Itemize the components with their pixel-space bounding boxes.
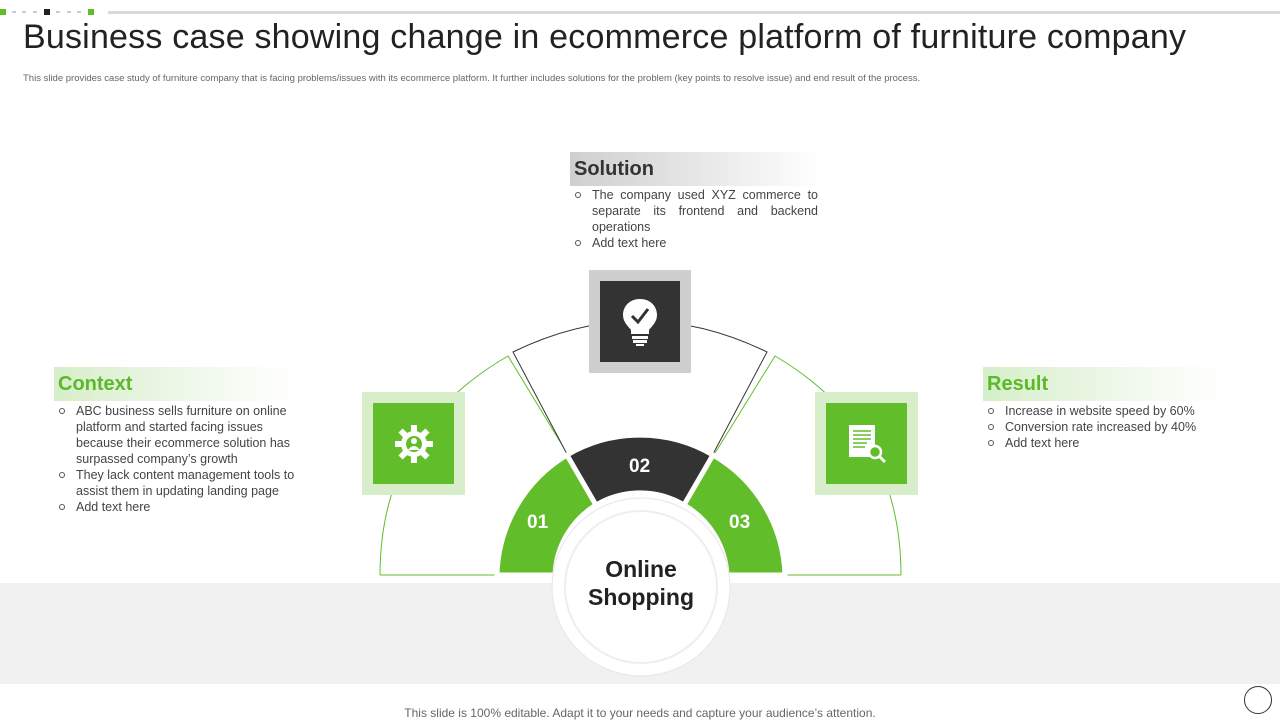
context-icon-frame <box>362 392 465 495</box>
result-icon-frame <box>815 392 918 495</box>
center-label-line1: Online <box>605 556 677 582</box>
context-item: Add text here <box>56 499 310 515</box>
context-list: ABC business sells furniture on online p… <box>56 403 310 515</box>
solution-icon-frame <box>589 270 691 373</box>
center-label-line2: Shopping <box>587 584 695 610</box>
segment-01-number: 01 <box>527 512 549 533</box>
solution-heading: Solution <box>570 152 820 186</box>
context-item: ABC business sells furniture on online p… <box>56 403 310 467</box>
segment-02-number: 02 <box>629 456 651 477</box>
document-search-icon <box>826 403 907 484</box>
lightbulb-check-icon <box>600 281 680 362</box>
result-item: Increase in website speed by 60% <box>985 403 1225 419</box>
result-item: Add text here <box>985 435 1225 451</box>
solution-item: Add text here <box>572 235 818 251</box>
solution-list: The company used XYZ commerce to separat… <box>572 187 818 251</box>
result-item: Conversion rate increased by 40% <box>985 419 1225 435</box>
center-label: Online Shopping <box>570 555 712 611</box>
segment-03-number: 03 <box>729 512 751 533</box>
gear-user-icon <box>373 403 454 484</box>
solution-item: The company used XYZ commerce to separat… <box>572 187 818 235</box>
footer-note: This slide is 100% editable. Adapt it to… <box>404 706 876 720</box>
context-heading: Context <box>54 367 294 401</box>
result-list: Increase in website speed by 60% Convers… <box>985 403 1225 451</box>
context-item: They lack content management tools to as… <box>56 467 310 499</box>
result-heading: Result <box>983 367 1223 401</box>
corner-circle-icon <box>1244 686 1272 714</box>
